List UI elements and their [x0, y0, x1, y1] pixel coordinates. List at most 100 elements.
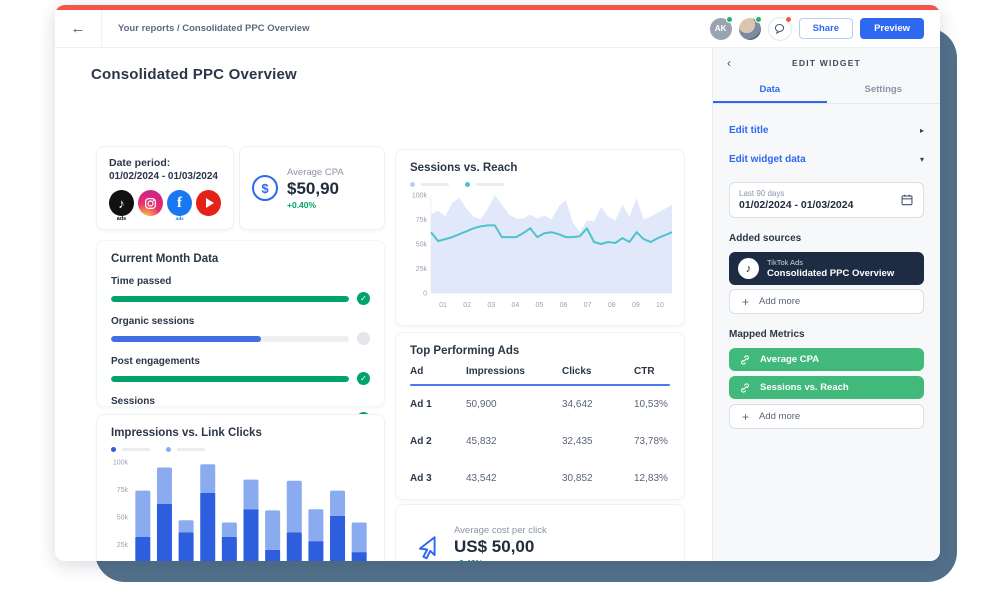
progress-line: ✓ [111, 372, 370, 385]
svg-text:06: 06 [560, 302, 568, 309]
avatar-initials[interactable]: AK [710, 18, 732, 40]
progress-line [111, 332, 370, 345]
chevron-down-icon: ▾ [920, 155, 924, 164]
progress-list: Time passed✓Organic sessionsPost engagem… [111, 276, 370, 425]
sessions-reach-widget[interactable]: Sessions vs. Reach 025k50k75k100k0102030… [395, 149, 685, 326]
sources-list: ♪TikTok AdsConsolidated PPC Overview [729, 252, 924, 285]
chat-button[interactable] [768, 17, 792, 41]
cpc-change: +2.43% [454, 558, 547, 561]
cpc-label: Average cost per click [454, 525, 547, 536]
legend-dot [111, 447, 116, 452]
added-source-card[interactable]: ♪TikTok AdsConsolidated PPC Overview [729, 252, 924, 285]
app-window: ← Your reports / Consolidated PPC Overvi… [55, 5, 940, 561]
back-arrow-icon[interactable]: ← [55, 20, 101, 37]
svg-text:25k: 25k [416, 266, 428, 273]
ads-badge: ads [176, 216, 184, 222]
date-range-picker[interactable]: Last 90 days 01/02/2024 - 01/03/2024 [729, 182, 924, 218]
date-period-range: 01/02/2024 - 01/03/2024 [109, 171, 221, 182]
breadcrumb[interactable]: Your reports / Consolidated PPC Overview [118, 23, 309, 34]
avatar-photo[interactable] [739, 18, 761, 40]
panel-back-chevron-icon[interactable]: ‹ [727, 56, 731, 70]
facebook-ads-icon: fads [167, 190, 192, 216]
source-text: TikTok AdsConsolidated PPC Overview [767, 258, 894, 279]
mapped-metric-pill[interactable]: Sessions vs. Reach [729, 376, 924, 399]
avg-cpc-widget[interactable]: Average cost per click US$ 50,00 +2.43% [395, 504, 685, 561]
progress-fill [111, 296, 349, 302]
impressions-clicks-widget[interactable]: Impressions vs. Link Clicks 025k50k75k10… [96, 414, 385, 561]
instagram-icon [138, 190, 163, 216]
share-button[interactable]: Share [799, 18, 853, 39]
svg-text:01: 01 [439, 302, 447, 309]
legend-item-sessions [465, 182, 504, 187]
topbar-actions: AK Share Preview [710, 17, 940, 41]
progress-label: Sessions [111, 396, 370, 407]
add-metric-button[interactable]: + Add more [729, 404, 924, 429]
table-row[interactable]: Ad 150,90034,64210,53% [396, 386, 684, 423]
average-cpa-widget[interactable]: $ Average CPA $50,90 +0.40% [239, 146, 385, 230]
legend-dot [410, 182, 415, 187]
table-row[interactable]: Ad 343,54230,85212,83% [396, 460, 684, 497]
svg-text:05: 05 [536, 302, 544, 309]
cpa-value: $50,90 [287, 179, 344, 199]
progress-fill [111, 376, 349, 382]
youtube-icon [196, 190, 221, 216]
edit-widget-data-label: Edit widget data [729, 154, 806, 165]
progress-line: ✓ [111, 292, 370, 305]
progress-item: Post engagements ✓ [111, 356, 370, 385]
current-month-widget[interactable]: Current Month Data Time passed✓Organic s… [96, 240, 385, 407]
ad-name-cell: Ad 1 [410, 386, 466, 423]
tab-settings[interactable]: Settings [827, 78, 941, 103]
legend-item-link-clicks [166, 447, 205, 452]
svg-text:75k: 75k [416, 217, 428, 224]
calendar-icon[interactable] [900, 193, 914, 207]
svg-text:75k: 75k [117, 487, 129, 494]
added-sources-label: Added sources [729, 233, 924, 244]
svg-text:10: 10 [656, 302, 664, 309]
legend-placeholder [122, 448, 150, 451]
progress-track [111, 336, 349, 342]
topbar-divider [101, 10, 102, 48]
tab-data[interactable]: Data [713, 78, 827, 103]
table-row[interactable]: Ad 245,83232,43573,78% [396, 423, 684, 460]
ad-value-cell: 30,852 [562, 460, 634, 497]
ads-badge: ads [117, 216, 126, 222]
ads-column-header: Clicks [562, 357, 634, 384]
impressions-clicks-title: Impressions vs. Link Clicks [105, 427, 376, 439]
ads-column-header: Impressions [466, 357, 562, 384]
report-canvas: Consolidated PPC Overview Date period: 0… [55, 48, 712, 561]
dollar-icon: $ [252, 175, 278, 201]
add-more-label: Add more [759, 411, 800, 422]
chat-bubble-icon [773, 22, 786, 35]
ads-column-header: CTR [634, 357, 670, 384]
legend-dot [465, 182, 470, 187]
add-source-button[interactable]: + Add more [729, 289, 924, 314]
avatar-initials-label: AK [715, 24, 727, 33]
link-icon [739, 382, 751, 394]
sessions-reach-title: Sessions vs. Reach [404, 162, 676, 174]
stage: ← Your reports / Consolidated PPC Overvi… [0, 0, 992, 603]
ad-value-cell: 43,542 [466, 460, 562, 497]
top-ads-widget[interactable]: Top Performing Ads AdImpressionsClicksCT… [395, 332, 685, 500]
date-period-widget[interactable]: Date period: 01/02/2024 - 01/03/2024 ♪ad… [96, 146, 234, 230]
ad-name-cell: Ad 3 [410, 460, 466, 497]
progress-label: Post engagements [111, 356, 370, 367]
mapped-metrics-label: Mapped Metrics [729, 329, 924, 340]
area-line-chart: 025k50k75k100k01020304050607080910 [404, 189, 678, 311]
edit-title-label: Edit title [729, 125, 768, 136]
ads-column-header: Ad [410, 357, 466, 384]
ad-value-cell: 73,78% [634, 423, 670, 460]
ads-table-header: AdImpressionsClicksCTR [396, 357, 684, 384]
panel-title: EDIT WIDGET [792, 58, 861, 68]
notification-dot [785, 16, 792, 23]
edit-title-row[interactable]: Edit title ▸ [729, 116, 924, 145]
progress-item: Time passed✓ [111, 276, 370, 305]
topbar: ← Your reports / Consolidated PPC Overvi… [55, 10, 940, 48]
edit-widget-panel: ‹ EDIT WIDGET DataSettings Edit title ▸ … [712, 48, 940, 561]
preview-button[interactable]: Preview [860, 18, 924, 39]
mapped-metric-pill[interactable]: Average CPA [729, 348, 924, 371]
edit-widget-data-row[interactable]: Edit widget data ▾ [729, 145, 924, 174]
play-icon [206, 198, 214, 208]
metrics-list: Average CPA Sessions vs. Reach [729, 348, 924, 399]
date-range-value: 01/02/2024 - 01/03/2024 [739, 199, 853, 211]
svg-text:04: 04 [511, 302, 519, 309]
